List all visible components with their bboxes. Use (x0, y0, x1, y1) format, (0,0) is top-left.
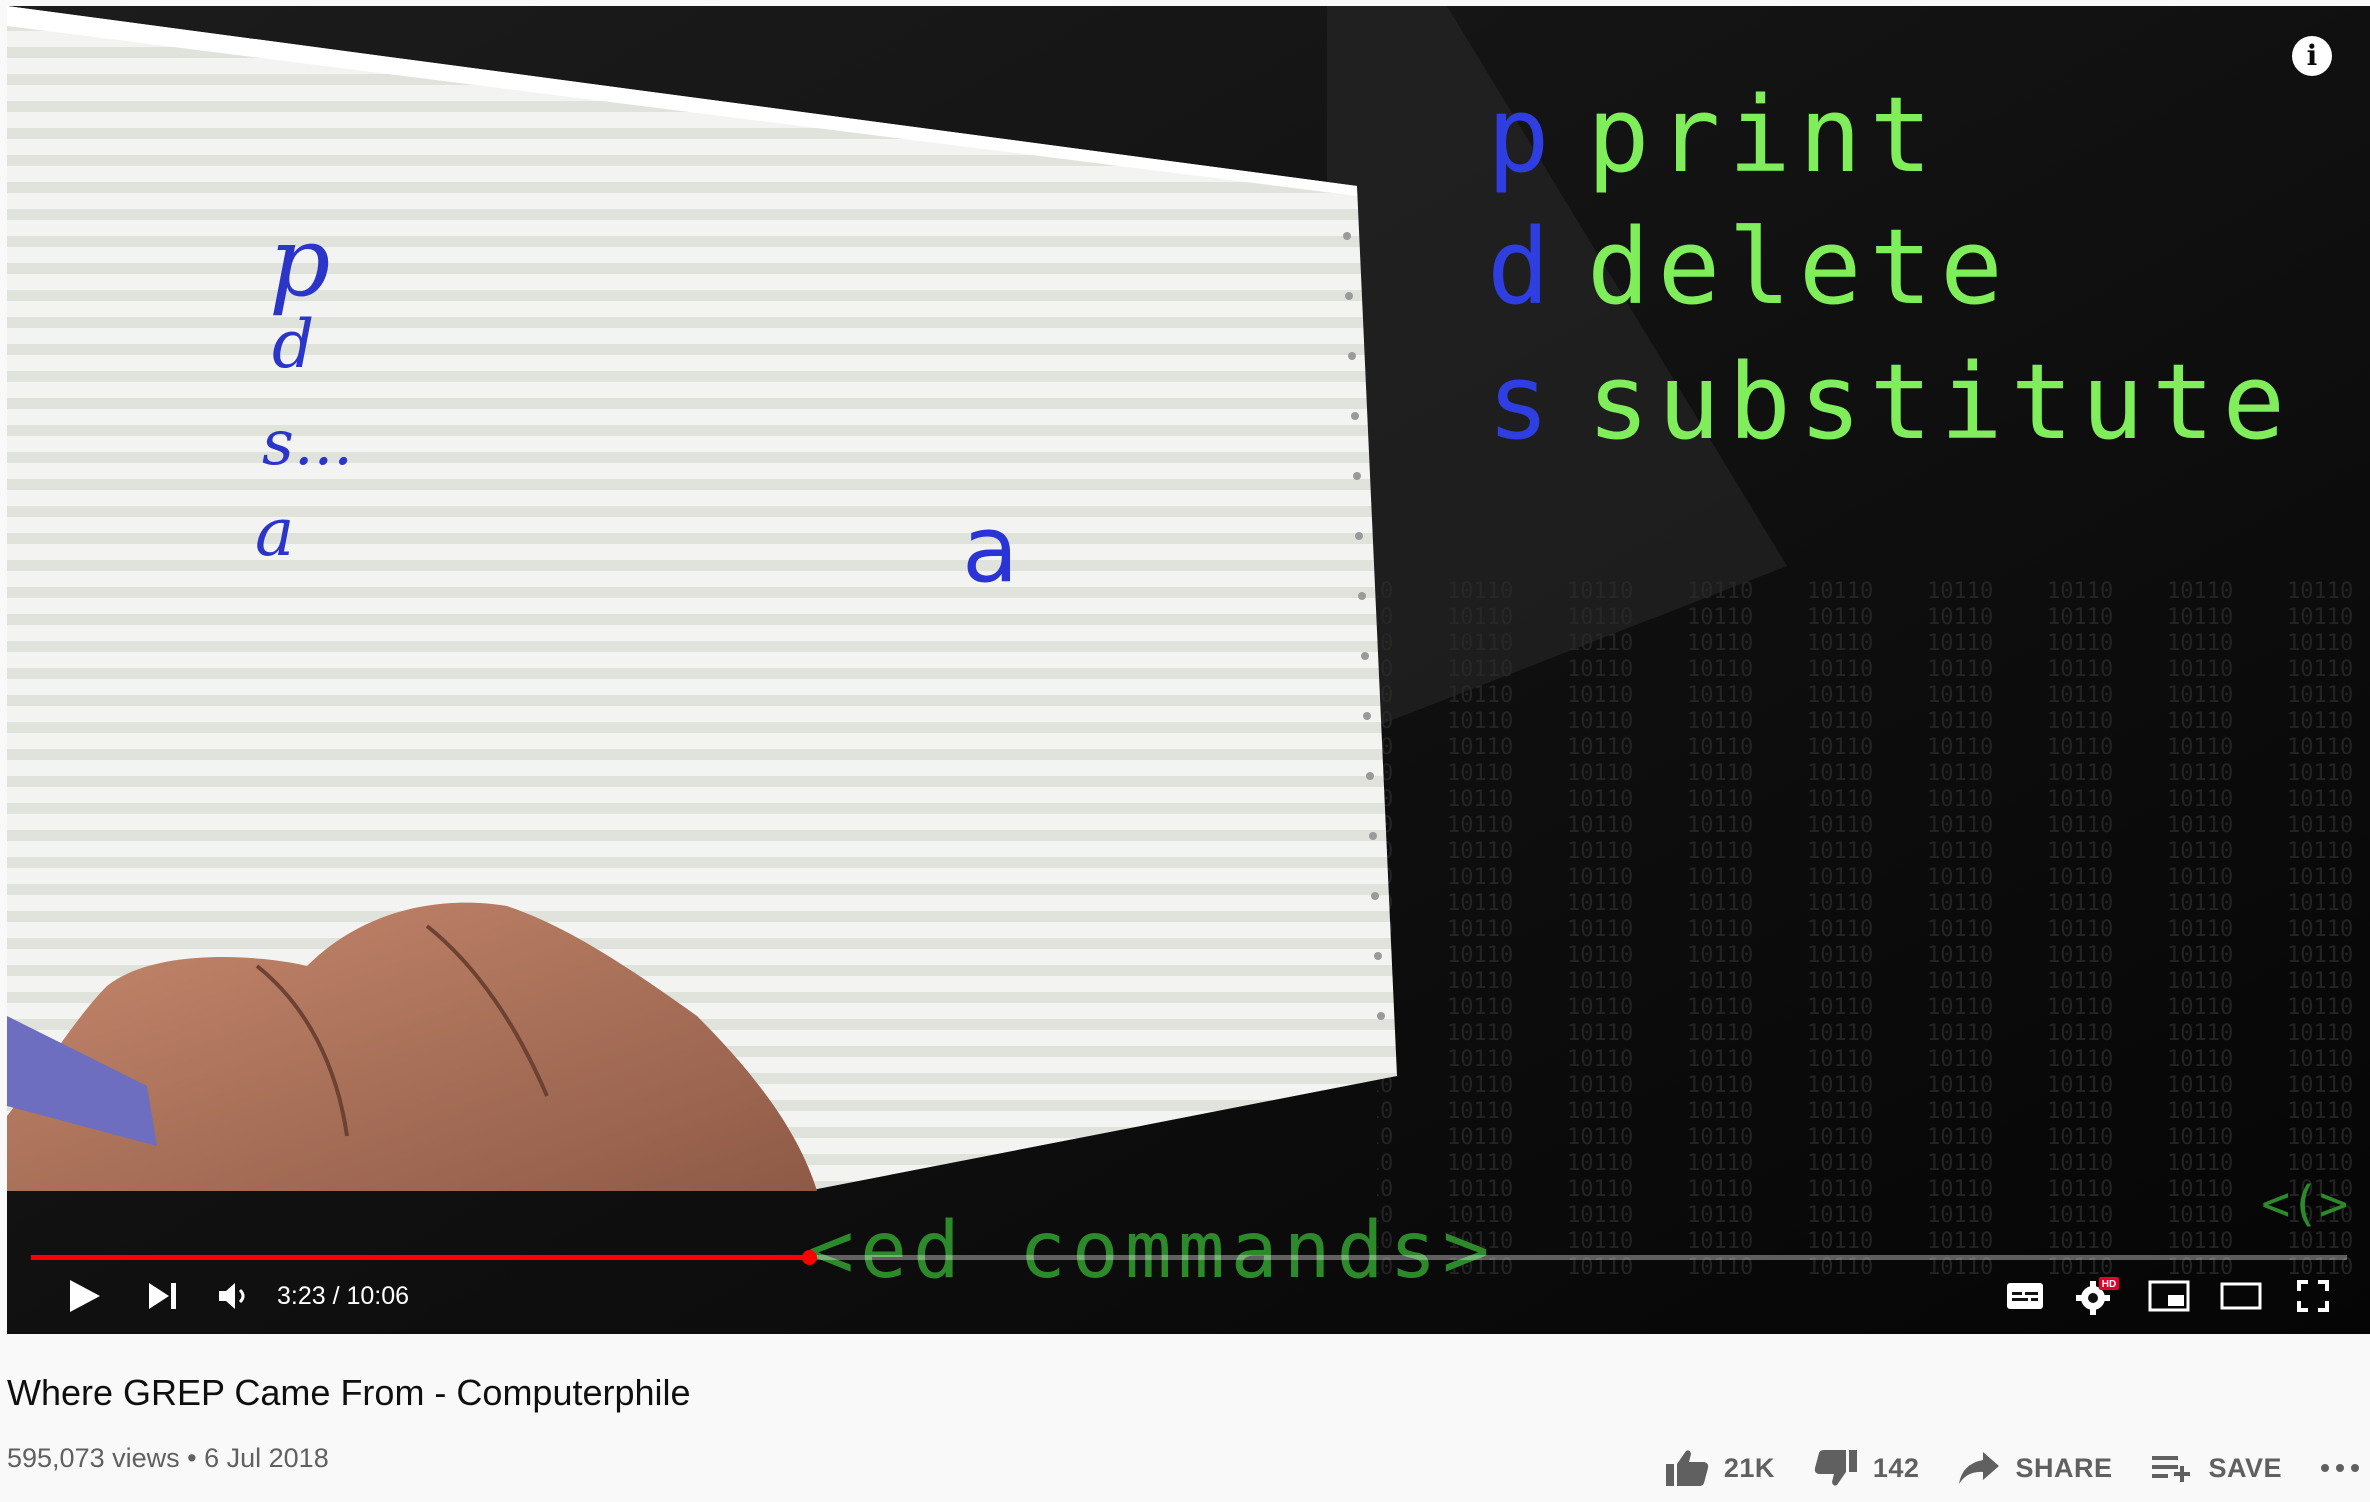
save-button[interactable]: SAVE (2150, 1452, 2282, 1484)
miniplayer-icon (2148, 1280, 2190, 1312)
overlay-letter-a: a (962, 496, 1019, 603)
subtitles-button[interactable] (1997, 1268, 2053, 1324)
next-button[interactable] (135, 1268, 191, 1324)
more-horizontal-icon (2321, 1464, 2359, 1472)
play-icon (70, 1280, 100, 1312)
time-display: 3:23 / 10:06 (277, 1282, 410, 1310)
command-letter: p (1487, 74, 1558, 196)
progress-bar[interactable] (31, 1250, 2347, 1265)
thumbs-down-icon (1814, 1450, 1857, 1486)
command-letter: d (1487, 206, 1558, 328)
subtitles-icon (2007, 1283, 2043, 1309)
video-title: Where GREP Came From - Computerphile (7, 1372, 691, 1413)
play-button[interactable] (57, 1268, 113, 1324)
command-word: substitute (1587, 341, 2294, 463)
stats-separator: • (187, 1443, 197, 1473)
miniplayer-button[interactable] (2141, 1268, 2197, 1324)
share-button[interactable]: SHARE (1957, 1450, 2112, 1486)
handwritten-d: d (272, 306, 315, 383)
command-letter: s (1487, 341, 1558, 463)
thumbs-up-icon (1665, 1450, 1709, 1486)
command-word: print (1587, 74, 1941, 196)
info-icon[interactable]: i (2292, 36, 2332, 76)
handwritten-p: p (269, 206, 331, 318)
playlist-add-icon (2152, 1456, 2191, 1482)
upload-date: 6 Jul 2018 (204, 1443, 329, 1473)
video-player[interactable]: 10110 p d s... a a (7, 6, 2370, 1334)
more-actions-button[interactable] (2320, 1462, 2360, 1474)
hd-badge: HD (2102, 1279, 2116, 1290)
theater-icon (2220, 1282, 2262, 1310)
dislike-button[interactable]: 142 (1813, 1448, 1920, 1488)
like-button[interactable]: 21K (1664, 1448, 1775, 1488)
share-label: SHARE (2015, 1452, 2113, 1483)
share-icon (1959, 1452, 2000, 1484)
video-stats: 595,073 views • 6 Jul 2018 (7, 1443, 329, 1474)
video-caption: <ed commands> (807, 1206, 1496, 1296)
next-icon (149, 1283, 176, 1309)
fullscreen-icon (2297, 1280, 2329, 1312)
like-count: 21K (1723, 1452, 1775, 1483)
settings-icon: HD (2076, 1277, 2119, 1315)
command-delete: d delete (1487, 206, 2011, 328)
command-print: p print (1487, 74, 1940, 196)
fullscreen-button[interactable] (2285, 1268, 2341, 1324)
volume-icon (219, 1283, 245, 1309)
command-word: delete (1587, 206, 2011, 328)
settings-button[interactable]: HD (2069, 1268, 2125, 1324)
save-label: SAVE (2208, 1452, 2282, 1483)
volume-button[interactable] (207, 1268, 263, 1324)
video-frame: 10110 (7, 6, 2370, 1334)
progress-played (31, 1255, 810, 1260)
command-substitute: s substitute (1487, 341, 2293, 463)
dislike-count: 142 (1872, 1452, 1920, 1483)
channel-watermark: <(> (2261, 1176, 2348, 1232)
handwritten-a: a (255, 494, 295, 571)
view-count: 595,073 views (7, 1443, 180, 1473)
video-actions: 21K 142 SHARE SAVE (1626, 1438, 2360, 1498)
handwritten-s: s... (262, 406, 353, 479)
theater-button[interactable] (2213, 1268, 2269, 1324)
